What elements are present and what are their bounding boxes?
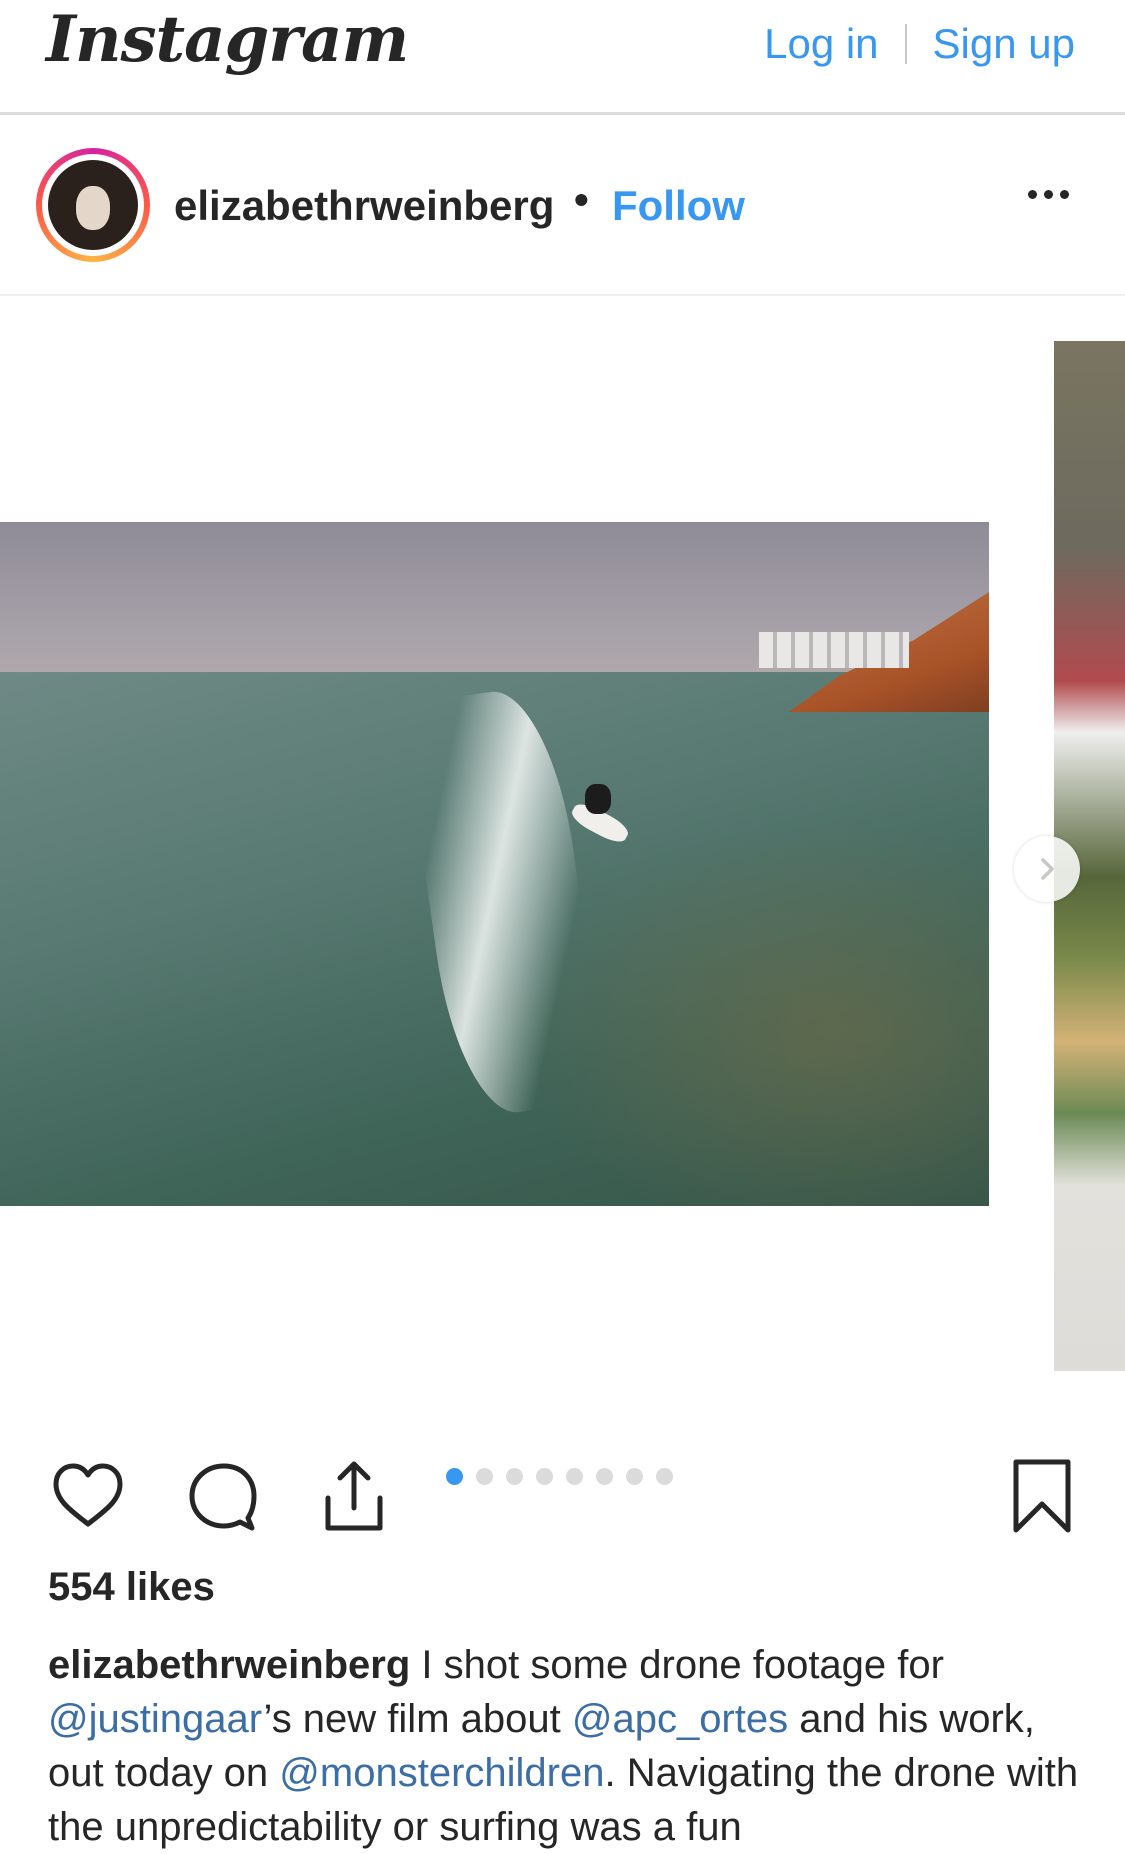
carousel-dot [506, 1468, 523, 1485]
story-ring[interactable] [36, 148, 150, 262]
bookmark-icon[interactable] [1004, 1458, 1080, 1534]
login-link[interactable]: Log in [764, 20, 878, 68]
caption-text-segment: ’s new film about [263, 1697, 572, 1741]
post-header: elizabethrweinberg • Follow [0, 118, 1125, 296]
top-bar: Instagram Log in Sign up [0, 0, 1125, 115]
more-options-icon[interactable] [1028, 190, 1069, 199]
chevron-right-glyph [1041, 858, 1054, 880]
carousel-dot [656, 1468, 673, 1485]
more-dot [1028, 190, 1037, 199]
more-dot [1044, 190, 1053, 199]
carousel-dot [536, 1468, 553, 1485]
carousel-dot [446, 1468, 463, 1485]
post-actions [0, 1440, 1125, 1540]
post-media-carousel[interactable] [0, 296, 1125, 1396]
photo-houses [759, 632, 909, 668]
caption-mention-link[interactable]: @apc_ortes [572, 1697, 788, 1741]
more-dot [1060, 190, 1069, 199]
photo-reef [520, 822, 989, 1206]
likes-count[interactable]: 554 likes [48, 1565, 215, 1610]
avatar-border [42, 154, 144, 256]
share-icon[interactable] [316, 1458, 392, 1534]
heart-icon[interactable] [50, 1458, 126, 1534]
signup-link[interactable]: Sign up [933, 20, 1075, 68]
auth-links: Log in Sign up [764, 20, 1075, 68]
carousel-dot [566, 1468, 583, 1485]
post-photo[interactable] [0, 522, 989, 1206]
comment-icon[interactable] [184, 1458, 260, 1534]
carousel-indicator [446, 1468, 673, 1485]
photo-surfer [585, 784, 611, 814]
chevron-right-icon[interactable] [1014, 836, 1080, 902]
header-separator: • [574, 176, 589, 223]
carousel-dot [596, 1468, 613, 1485]
caption-mention-link[interactable]: @monsterchildren [279, 1751, 604, 1795]
carousel-dot [476, 1468, 493, 1485]
avatar-face [76, 186, 110, 230]
avatar[interactable] [48, 160, 138, 250]
post-username[interactable]: elizabethrweinberg [174, 182, 554, 230]
caption-mention-link[interactable]: @justingaar [48, 1697, 264, 1741]
caption-username[interactable]: elizabethrweinberg [48, 1643, 410, 1687]
caption-text-segment: I shot some drone footage for [410, 1643, 944, 1687]
post-caption: elizabethrweinberg I shot some drone foo… [48, 1638, 1088, 1854]
follow-button[interactable]: Follow [612, 182, 745, 230]
carousel-dot [626, 1468, 643, 1485]
instagram-logo[interactable]: Instagram [46, 2, 409, 77]
auth-divider [904, 24, 907, 64]
